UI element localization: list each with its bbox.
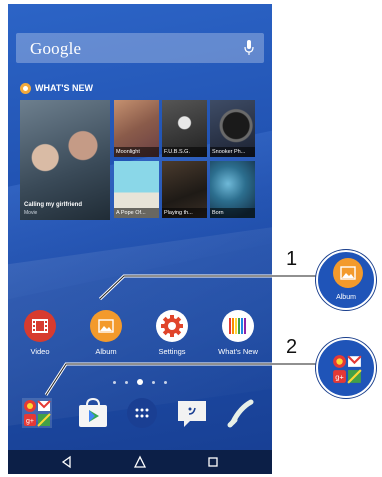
callout-folder-zoom: g+ [316, 338, 376, 398]
google-apps-folder-icon: g+ [333, 355, 362, 384]
album-picture-icon [333, 258, 363, 288]
callout-lines [44, 274, 318, 396]
illustration-stage: Google WHAT'S NEW Calling my girlfriend … [0, 0, 382, 477]
callout-label: Album [336, 294, 356, 301]
callout-album-zoom: Album [316, 250, 376, 310]
svg-text:g+: g+ [335, 373, 344, 382]
